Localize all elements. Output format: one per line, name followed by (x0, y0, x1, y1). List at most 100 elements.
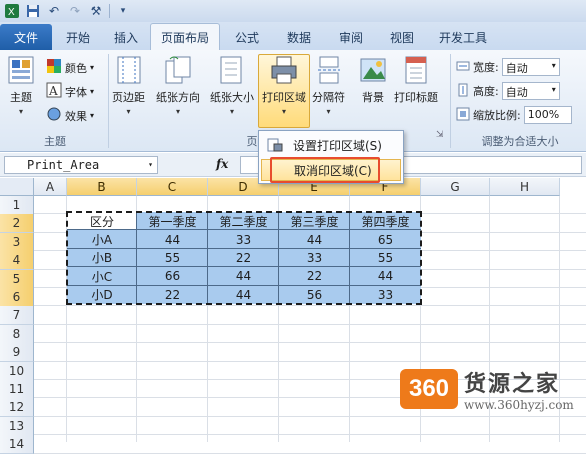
paper-size-icon (217, 54, 247, 86)
row-header[interactable]: 11 (0, 380, 34, 399)
tab-view[interactable]: 视图 (378, 24, 426, 50)
print-titles-label: 打印标题 (394, 91, 438, 104)
scale-icon (456, 107, 470, 124)
name-box[interactable]: Print_Area ▾ (4, 156, 158, 174)
orientation-icon (163, 54, 193, 86)
watermark-url: www.360hyzj.com (464, 398, 574, 412)
tab-home[interactable]: 开始 (54, 24, 102, 50)
tab-formulas[interactable]: 公式 (222, 24, 272, 50)
tab-file[interactable]: 文件 (0, 24, 52, 50)
select-all-corner[interactable] (0, 178, 34, 196)
gridline (34, 434, 586, 436)
print-area-button[interactable]: 打印区域 ▾ (262, 54, 306, 116)
chevron-down-icon: ▾ (326, 107, 331, 116)
column-header[interactable]: G (421, 178, 490, 196)
svg-text:X: X (8, 7, 15, 18)
row-header[interactable]: 14 (0, 435, 34, 454)
ribbon-tabs: 文件 开始 插入 页面布局 公式 数据 审阅 视图 开发工具 (0, 22, 586, 50)
row-header[interactable]: 9 (0, 343, 34, 363)
svg-text:A: A (48, 84, 58, 98)
set-print-area-item[interactable]: 设置打印区域(S) (261, 134, 401, 156)
redo-icon[interactable]: ↷ (67, 3, 83, 19)
excel-logo-icon[interactable]: X (4, 3, 20, 19)
height-select[interactable]: 自动 ▾ (501, 82, 560, 100)
row-header[interactable]: 5 (0, 269, 34, 289)
margins-label: 页边距 (112, 91, 145, 104)
width-label: 宽度: (473, 61, 499, 74)
themes-button[interactable]: 主题 ▾ (6, 54, 36, 116)
save-icon[interactable] (25, 3, 41, 19)
width-value: 自动 (505, 62, 528, 75)
gridline (34, 342, 586, 344)
width-select[interactable]: 自动 ▾ (501, 58, 560, 76)
row-header[interactable]: 1 (0, 196, 34, 215)
tab-insert[interactable]: 插入 (104, 24, 148, 50)
tab-review[interactable]: 审阅 (326, 24, 376, 50)
fonts-label: 字体 (65, 85, 87, 99)
row-header[interactable]: 3 (0, 232, 34, 252)
height-icon (456, 83, 470, 100)
column-header[interactable]: H (490, 178, 560, 196)
fonts-button[interactable]: A 字体 ▾ (46, 82, 94, 101)
gridline (34, 415, 586, 417)
width-icon (456, 59, 470, 76)
scale-label: 缩放比例: (473, 109, 521, 122)
customize-dropdown-icon[interactable]: ▾ (115, 3, 131, 19)
quick-access-toolbar: X ↶ ↷ ⚒ ▾ (0, 0, 586, 22)
group-label-scale-to-fit: 调整为合适大小 (481, 135, 559, 148)
print-titles-button[interactable]: 打印标题 (394, 54, 438, 105)
breaks-button[interactable]: 分隔符 ▾ (312, 54, 345, 116)
column-header[interactable]: A (34, 178, 67, 196)
row-header[interactable]: 7 (0, 306, 34, 326)
group-label-themes: 主题 (44, 135, 66, 148)
set-print-area-label: 设置打印区域(S) (293, 138, 382, 153)
row-header[interactable]: 6 (0, 288, 34, 307)
chevron-down-icon: ▾ (175, 107, 180, 116)
breaks-icon (314, 54, 344, 86)
margins-button[interactable]: 页边距 ▾ (112, 54, 145, 116)
chevron-down-icon: ▾ (148, 160, 153, 169)
gridline (34, 323, 586, 325)
chevron-down-icon: ▾ (229, 107, 234, 116)
background-button[interactable]: 背景 (358, 54, 388, 105)
watermark-logo: 360 (400, 369, 458, 409)
effects-button[interactable]: 效果 ▾ (46, 106, 94, 125)
chevron-down-icon: ▾ (18, 107, 23, 116)
column-header[interactable]: B (67, 178, 137, 196)
scale-input[interactable]: 100% (523, 106, 572, 124)
row-header[interactable]: 8 (0, 324, 34, 344)
size-label: 纸张大小 (210, 91, 254, 104)
print-titles-icon (401, 54, 431, 86)
gridline (34, 452, 586, 454)
chevron-down-icon: ▾ (126, 107, 131, 116)
colors-icon (46, 58, 62, 77)
set-print-area-icon (267, 138, 283, 152)
effects-icon (46, 106, 62, 125)
undo-icon[interactable]: ↶ (46, 3, 62, 19)
themes-label: 主题 (10, 91, 32, 104)
fx-icon[interactable]: fx (216, 157, 228, 171)
row-header[interactable]: 10 (0, 361, 34, 381)
row-header[interactable]: 4 (0, 251, 34, 271)
gridline (34, 305, 586, 307)
size-button[interactable]: 纸张大小 ▾ (210, 54, 254, 116)
printer-icon (269, 54, 299, 86)
print-area-marquee (66, 211, 422, 305)
effects-label: 效果 (65, 109, 87, 123)
colors-button[interactable]: 颜色 ▾ (46, 58, 94, 77)
tab-page-layout[interactable]: 页面布局 (150, 23, 220, 50)
tab-data[interactable]: 数据 (274, 24, 324, 50)
watermark: 360 货源之家 www.360hyzj.com (400, 363, 586, 415)
row-header[interactable]: 13 (0, 416, 34, 436)
height-control: 高度: 自动 ▾ (456, 82, 560, 100)
orientation-button[interactable]: 纸张方向 ▾ (156, 54, 200, 116)
row-header[interactable]: 12 (0, 398, 34, 418)
height-value: 自动 (505, 86, 528, 99)
column-header[interactable]: C (137, 178, 208, 196)
customize-icon[interactable]: ⚒ (88, 3, 104, 19)
row-header[interactable]: 2 (0, 214, 34, 234)
breaks-label: 分隔符 (312, 91, 345, 104)
tab-developer[interactable]: 开发工具 (428, 24, 498, 50)
width-control: 宽度: 自动 ▾ (456, 58, 560, 76)
dialog-launcher-icon[interactable]: ⇲ (436, 130, 444, 140)
